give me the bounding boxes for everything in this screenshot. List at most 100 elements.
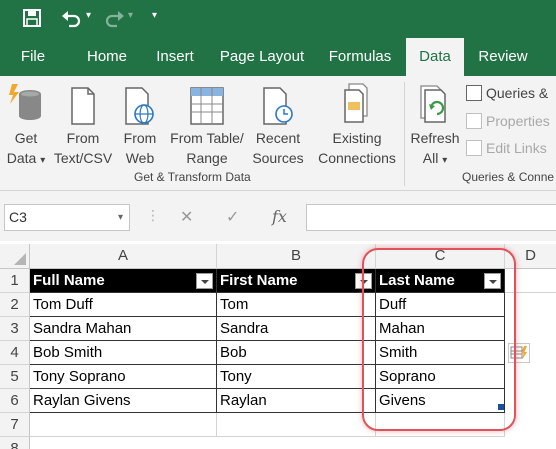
- formula-input[interactable]: [306, 204, 556, 231]
- recent-label-1: Recent: [255, 130, 301, 146]
- cell-c5[interactable]: Soprano: [376, 365, 505, 389]
- cell-c4[interactable]: Smith: [376, 341, 505, 365]
- cell-b6[interactable]: Raylan: [217, 389, 376, 413]
- tab-review[interactable]: Review: [472, 38, 534, 76]
- cell-b4[interactable]: Bob: [217, 341, 376, 365]
- select-all-corner[interactable]: [0, 244, 30, 269]
- queries-icon: [466, 85, 482, 101]
- cell-a4[interactable]: Bob Smith: [30, 341, 217, 365]
- cell-b2[interactable]: Tom: [217, 293, 376, 317]
- queries-connections-button[interactable]: Queries &: [466, 85, 548, 101]
- edit-links-icon: [466, 140, 482, 156]
- undo-dropdown-icon[interactable]: ▾: [86, 10, 91, 21]
- cell-c7[interactable]: [376, 413, 505, 437]
- recent-sources-button[interactable]: Recent Sources: [250, 76, 306, 168]
- cell-c2[interactable]: Duff: [376, 293, 505, 317]
- row-header[interactable]: 8: [0, 437, 30, 449]
- column-header-b[interactable]: B: [217, 244, 376, 269]
- queries-label: Queries &: [486, 85, 549, 101]
- connections-files-icon: [312, 82, 402, 128]
- quick-access-toolbar: ▾ ▾ ▾: [0, 0, 556, 38]
- properties-button: Properties: [466, 113, 550, 129]
- row-header[interactable]: 6: [0, 389, 30, 413]
- cell-a3[interactable]: Sandra Mahan: [30, 317, 217, 341]
- existing-connections-button[interactable]: Existing Connections: [312, 76, 402, 168]
- cancel-icon: ✕: [180, 209, 194, 226]
- cell-a7[interactable]: [30, 413, 217, 437]
- table-header-cell[interactable]: First Name: [217, 269, 376, 293]
- tab-insert[interactable]: Insert: [148, 38, 202, 76]
- row-header[interactable]: 1: [0, 269, 30, 293]
- table-header-cell[interactable]: Full Name: [30, 269, 217, 293]
- text-file-icon: [52, 82, 114, 128]
- tab-data[interactable]: Data: [406, 38, 464, 76]
- column-header-a[interactable]: A: [30, 244, 217, 269]
- redo-dropdown-icon: ▾: [128, 10, 134, 21]
- from-web-label-2: Web: [125, 150, 155, 166]
- cell-a6[interactable]: Raylan Givens: [30, 389, 217, 413]
- save-icon[interactable]: [22, 8, 42, 28]
- table-grid-icon: [166, 82, 248, 128]
- group-label-queries: Queries & Conne: [462, 170, 555, 184]
- header-last-name: Last Name: [379, 272, 455, 289]
- ribbon-tabs: File Home Insert Page Layout Formulas Da…: [0, 38, 556, 76]
- formula-bar: C3 ▾ ⋮ ✕ ✓ fx: [0, 191, 556, 241]
- edit-links-button: Edit Links: [466, 140, 547, 156]
- undo-icon[interactable]: [60, 8, 82, 28]
- cell-b7[interactable]: [217, 413, 376, 437]
- customize-toolbar-icon[interactable]: ▾: [152, 10, 157, 21]
- spreadsheet-grid: A B C D 1 2 3 4 5 6 7 8 Full Name First …: [0, 241, 556, 449]
- from-text-label-2: Text/CSV: [53, 150, 113, 166]
- cell-c3[interactable]: Mahan: [376, 317, 505, 341]
- header-first-name: First Name: [220, 272, 298, 289]
- refresh-label-1: Refresh: [410, 130, 460, 146]
- cell-a2[interactable]: Tom Duff: [30, 293, 217, 317]
- refresh-dropdown-icon: ▾: [442, 155, 448, 166]
- name-box[interactable]: C3 ▾: [4, 204, 130, 231]
- from-web-label-1: From: [123, 130, 157, 146]
- insert-function-icon[interactable]: fx: [272, 207, 287, 226]
- group-separator: [404, 82, 405, 186]
- filter-dropdown-icon[interactable]: [484, 273, 501, 289]
- filter-dropdown-icon[interactable]: [196, 273, 213, 289]
- row-header[interactable]: 4: [0, 341, 30, 365]
- row-header[interactable]: 3: [0, 317, 30, 341]
- web-globe-icon: [118, 82, 162, 128]
- formula-bar-grip-icon: ⋮: [146, 207, 160, 223]
- refresh-label-2: All: [422, 150, 439, 166]
- get-data-label-2: Data: [6, 150, 37, 166]
- table-header-cell[interactable]: Last Name: [376, 269, 505, 293]
- get-data-button[interactable]: Get Data ▾: [2, 76, 50, 168]
- redo-icon: [104, 8, 126, 28]
- filter-dropdown-icon[interactable]: [355, 273, 372, 289]
- group-label-get-transform: Get & Transform Data: [134, 170, 251, 184]
- table-resize-handle[interactable]: [498, 404, 504, 410]
- row-header[interactable]: 5: [0, 365, 30, 389]
- existing-label-2: Connections: [318, 150, 396, 166]
- tab-formulas[interactable]: Formulas: [322, 38, 398, 76]
- cell[interactable]: [505, 269, 556, 293]
- column-header-d[interactable]: D: [505, 244, 556, 269]
- excel-window: ▾ ▾ ▾ File Home Insert Page Layout Formu…: [0, 0, 556, 449]
- from-table-range-button[interactable]: From Table/ Range: [166, 76, 248, 168]
- from-text-csv-button[interactable]: From Text/CSV: [52, 76, 114, 168]
- from-table-label-1: From Table/: [170, 130, 244, 146]
- cell-b5[interactable]: Tony: [217, 365, 376, 389]
- name-box-dropdown-icon[interactable]: ▾: [118, 205, 123, 230]
- edit-links-label: Edit Links: [486, 140, 547, 156]
- tab-home[interactable]: Home: [78, 38, 136, 76]
- from-table-label-2: Range: [186, 150, 228, 166]
- refresh-all-button[interactable]: Refresh All ▾: [408, 76, 462, 168]
- recent-clock-icon: [250, 82, 306, 128]
- tab-page-layout[interactable]: Page Layout: [214, 38, 310, 76]
- column-header-c[interactable]: C: [376, 244, 505, 269]
- row-header[interactable]: 2: [0, 293, 30, 317]
- tab-file[interactable]: File: [10, 38, 56, 76]
- cell-b3[interactable]: Sandra: [217, 317, 376, 341]
- existing-label-1: Existing: [332, 130, 382, 146]
- cell-c6[interactable]: Givens: [376, 389, 505, 413]
- flash-fill-options-icon[interactable]: [508, 343, 530, 363]
- from-web-button[interactable]: From Web: [118, 76, 162, 168]
- row-header[interactable]: 7: [0, 413, 30, 437]
- cell-a5[interactable]: Tony Soprano: [30, 365, 217, 389]
